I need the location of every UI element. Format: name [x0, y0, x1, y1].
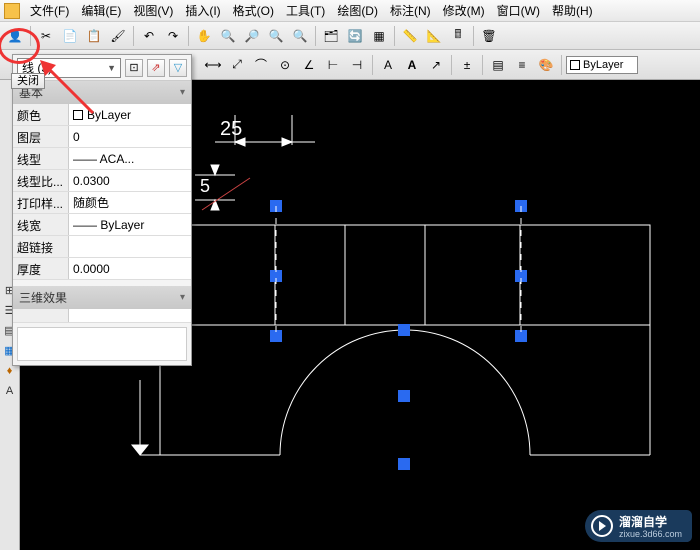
dim-aligned-icon[interactable]: ⤢: [226, 54, 248, 76]
prop-layer[interactable]: 图层 0: [13, 126, 191, 148]
zoom-ext-icon[interactable]: 🔍: [289, 25, 311, 47]
layer-icon[interactable]: ▤: [487, 54, 509, 76]
mtext-icon[interactable]: A: [401, 54, 423, 76]
menu-window[interactable]: 窗口(W): [491, 0, 546, 21]
copy-icon[interactable]: 📄: [59, 25, 81, 47]
panel-preview: [17, 327, 187, 361]
text-icon[interactable]: A: [377, 54, 399, 76]
prop-linetype[interactable]: 线型 —— ACA...: [13, 148, 191, 170]
color-swatch-icon: [570, 60, 580, 70]
properties-panel: 线 (3) ▼ ⊡ ⇗ ▽ 关闭 基本 ▾ 颜色 ByLayer 图层 0 线型…: [12, 54, 192, 366]
dim-tol-icon[interactable]: ±: [456, 54, 478, 76]
dist-icon[interactable]: 📏: [399, 25, 421, 47]
chevron-down-icon: ▾: [180, 87, 185, 98]
prop-color[interactable]: 颜色 ByLayer: [13, 104, 191, 126]
prop-ltscale[interactable]: 线型比... 0.0300: [13, 170, 191, 192]
app-icon: [4, 3, 20, 19]
select-obj-icon[interactable]: ⇗: [147, 59, 165, 77]
toolbar-standard: 👤 ✂ 📄 📋 🖌 ↶ ↷ ✋ 🔍 🔎 🔍 🔍 🗂 🔄 ▦ 📏 📐 🖩 🗑: [0, 22, 700, 50]
chevron-down-icon: ▾: [180, 292, 185, 303]
paste-icon[interactable]: 📋: [83, 25, 105, 47]
table-icon[interactable]: ▦: [368, 25, 390, 47]
cut-icon[interactable]: ✂: [35, 25, 57, 47]
filter-icon[interactable]: ▽: [169, 59, 187, 77]
dim-text-25: 25: [220, 118, 242, 140]
quick-select-icon[interactable]: ⊡: [125, 59, 143, 77]
dim-baseline-icon[interactable]: ⊢: [322, 54, 344, 76]
panel-close-button[interactable]: 关闭: [11, 73, 45, 89]
watermark-badge: 溜溜自学 zixue.3d66.com: [585, 510, 692, 542]
zoom-prev-icon[interactable]: 🔍: [265, 25, 287, 47]
menu-format[interactable]: 格式(O): [227, 0, 280, 21]
area-icon[interactable]: 📐: [423, 25, 445, 47]
dim-linear-icon[interactable]: ⟷: [202, 54, 224, 76]
btn-person-icon[interactable]: 👤: [4, 25, 26, 47]
prop-lineweight[interactable]: 线宽 —— ByLayer: [13, 214, 191, 236]
menu-help[interactable]: 帮助(H): [546, 0, 599, 21]
dim-arc-icon[interactable]: ⌒: [250, 54, 272, 76]
purge-icon[interactable]: 🗑: [478, 25, 500, 47]
calc-icon[interactable]: 🖩: [447, 25, 469, 47]
chevron-down-icon: ▼: [107, 63, 116, 73]
color-icon[interactable]: 🎨: [535, 54, 557, 76]
zoom-realtime-icon[interactable]: 🔍: [217, 25, 239, 47]
section-3d-effect[interactable]: 三维效果 ▾: [13, 286, 191, 309]
menu-insert[interactable]: 插入(I): [179, 0, 226, 21]
play-icon: [591, 515, 613, 537]
prop-plotstyle[interactable]: 打印样... 随颜色: [13, 192, 191, 214]
prop-thickness[interactable]: 厚度 0.0000: [13, 258, 191, 280]
dwg-prop-icon[interactable]: 🗂: [320, 25, 342, 47]
menu-dimension[interactable]: 标注(N): [384, 0, 437, 21]
zoom-window-icon[interactable]: 🔎: [241, 25, 263, 47]
dim-angle-icon[interactable]: ∠: [298, 54, 320, 76]
prop-hyperlink[interactable]: 超链接: [13, 236, 191, 258]
palette-text-btn[interactable]: A: [1, 382, 19, 400]
undo-icon[interactable]: ↶: [138, 25, 160, 47]
menu-view[interactable]: 视图(V): [127, 0, 179, 21]
menu-edit[interactable]: 编辑(E): [75, 0, 127, 21]
menu-modify[interactable]: 修改(M): [437, 0, 491, 21]
menu-file[interactable]: 文件(F): [24, 0, 75, 21]
dim-radius-icon[interactable]: ⊙: [274, 54, 296, 76]
menu-tools[interactable]: 工具(T): [280, 0, 331, 21]
brush-icon[interactable]: 🖌: [107, 25, 129, 47]
bylayer-combo[interactable]: ByLayer: [566, 56, 638, 74]
redo-icon[interactable]: ↷: [162, 25, 184, 47]
dim-continue-icon[interactable]: ⊣: [346, 54, 368, 76]
regen-icon[interactable]: 🔄: [344, 25, 366, 47]
pan-icon[interactable]: ✋: [193, 25, 215, 47]
leader-icon[interactable]: ↗: [425, 54, 447, 76]
ltype-icon[interactable]: ≡: [511, 54, 533, 76]
dim-text-5: 5: [200, 176, 210, 196]
menu-draw[interactable]: 绘图(D): [331, 0, 384, 21]
menu-bar: 文件(F) 编辑(E) 视图(V) 插入(I) 格式(O) 工具(T) 绘图(D…: [0, 0, 700, 22]
